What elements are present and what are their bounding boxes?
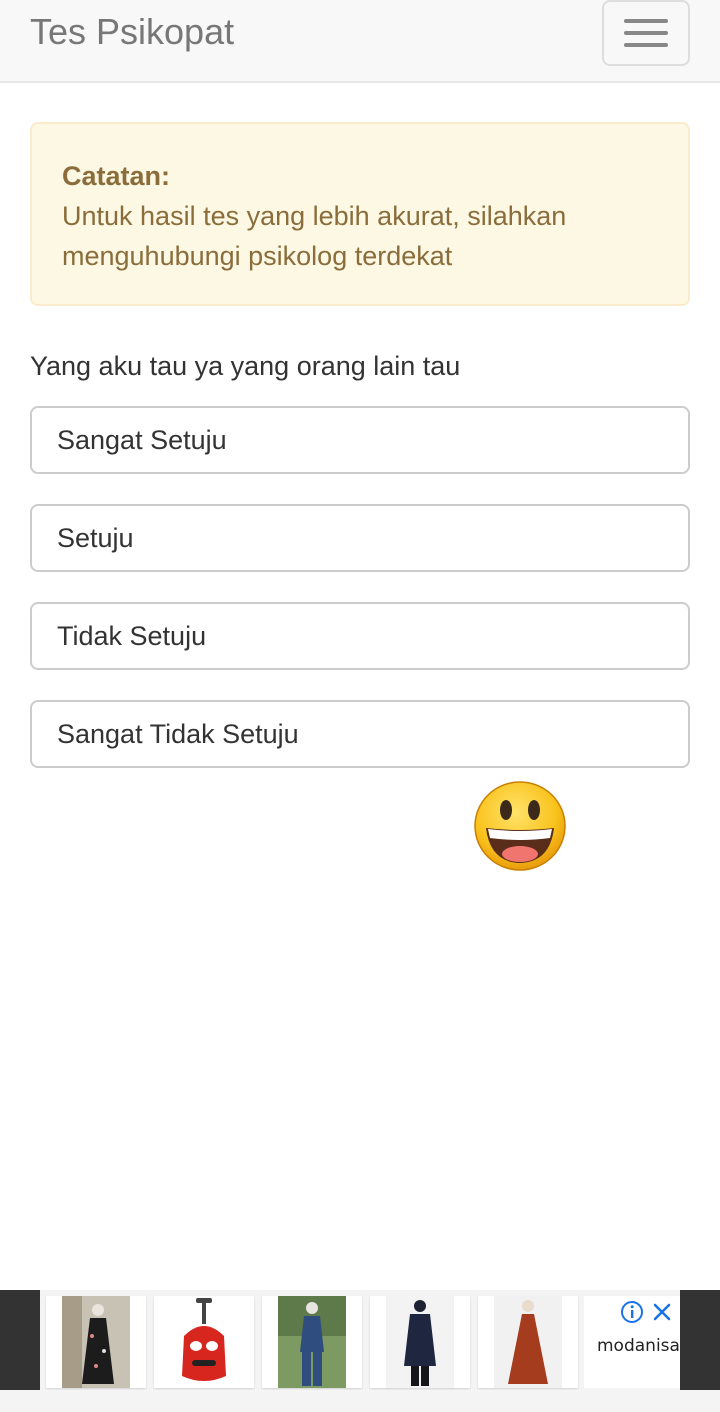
hamburger-menu-icon [624, 19, 668, 23]
ad-product-rust-dress[interactable] [478, 1296, 578, 1388]
navy-tunic-image [386, 1296, 454, 1388]
hamburger-menu-button[interactable] [602, 0, 690, 66]
option-tidak-setuju[interactable]: Tidak Setuju [30, 602, 690, 670]
question-text: Yang aku tau ya yang orang lain tau [30, 351, 461, 381]
alert-title: Catatan: [62, 161, 171, 191]
option-sangat-tidak-setuju[interactable]: Sangat Tidak Setuju [30, 700, 690, 768]
ad-edge-left [0, 1290, 40, 1390]
ad-product-kids-backpack[interactable] [154, 1296, 254, 1388]
ad-brand-name: modanisa [597, 1336, 680, 1356]
brand-title[interactable]: Tes Psikopat [30, 10, 234, 54]
bottom-strip [0, 1390, 720, 1412]
ad-edge-right [680, 1290, 720, 1390]
navbar: Tes Psikopat [0, 0, 720, 83]
ad-close-icon[interactable] [650, 1300, 674, 1324]
ad-banner[interactable]: modanisa [0, 1290, 720, 1390]
note-alert: Catatan: Untuk hasil tes yang lebih akur… [30, 122, 690, 306]
option-sangat-setuju[interactable]: Sangat Setuju [30, 406, 690, 474]
option-setuju[interactable]: Setuju [30, 504, 690, 572]
hamburger-bar [624, 31, 668, 35]
floral-dress-image [62, 1296, 130, 1388]
rust-dress-image [494, 1296, 562, 1388]
ad-info-icon[interactable] [620, 1300, 644, 1324]
alert-message: Untuk hasil tes yang lebih akurat, silah… [62, 201, 567, 271]
ad-product-denim-suit[interactable] [262, 1296, 362, 1388]
ad-product-floral-dress[interactable] [46, 1296, 146, 1388]
ad-product-navy-tunic[interactable] [370, 1296, 470, 1388]
red-car-backpack-image [170, 1296, 238, 1388]
denim-suit-image [278, 1296, 346, 1388]
hamburger-bar [624, 43, 668, 47]
grinning-face-emoji-icon [474, 781, 566, 871]
ad-brand-logo[interactable]: modanisa [584, 1296, 680, 1388]
